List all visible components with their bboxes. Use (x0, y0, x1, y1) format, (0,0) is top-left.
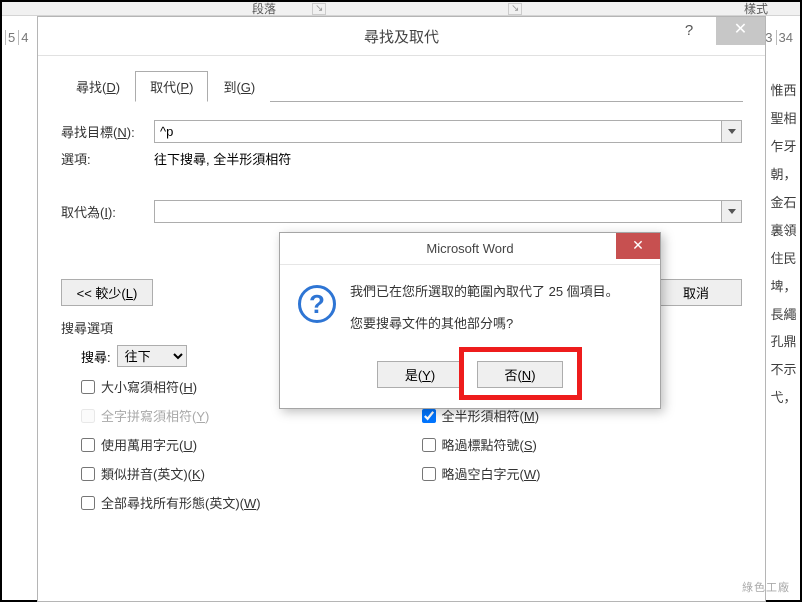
checkbox-option[interactable]: 使用萬用字元(U) (81, 435, 402, 454)
ribbon-launcher-icon-2[interactable]: ↘ (508, 3, 522, 15)
checkbox-label: 使用萬用字元(U) (101, 435, 197, 454)
dialog-titlebar: 尋找及取代 ? ✕ (38, 17, 765, 56)
document-text-fragment: 弋， (770, 384, 796, 412)
options-value: 往下搜尋, 全半形須相符 (154, 149, 291, 168)
cancel-button[interactable]: 取消 (650, 279, 742, 306)
question-icon: ? (298, 285, 336, 323)
ribbon-group-styles: 樣式 (744, 0, 768, 17)
checkbox-label: 全字拼寫須相符(Y) (101, 406, 209, 425)
checkbox-input[interactable] (81, 496, 95, 510)
document-text-fragment: 裏領 (770, 217, 796, 245)
search-direction-select[interactable]: 往下 (117, 345, 187, 367)
checkbox-label: 大小寫須相符(H) (101, 377, 197, 396)
ruler-left: 54 (5, 30, 31, 45)
checkbox-input[interactable] (81, 438, 95, 452)
document-text-column: 惟西聖相乍牙朝，金石裏領住民埤，長繩孔鼎不示弋， (770, 77, 797, 412)
document-text-fragment: 乍牙 (770, 133, 796, 161)
find-input[interactable] (154, 120, 722, 143)
document-text-fragment: 朝， (770, 161, 796, 189)
find-dropdown-button[interactable] (722, 120, 742, 143)
confirm-dialog: Microsoft Word ✕ ? 我們已在您所選取的範圍內取代了 25 個項… (279, 232, 661, 409)
ribbon-group-paragraph: 段落 (252, 0, 276, 17)
replace-label: 取代為(I): (61, 202, 154, 221)
less-button[interactable]: << 較少(L) (61, 279, 153, 306)
tab-find[interactable]: 尋找(D) (61, 71, 135, 102)
checkbox-option[interactable]: 全部尋找所有形態(英文)(W) (81, 493, 402, 512)
form-area: 尋找目標(N): 選項: 往下搜尋, 全半形須相符 取代為(I): (38, 102, 765, 223)
dialog-help-button[interactable]: ? (666, 17, 712, 45)
checkbox-input[interactable] (422, 409, 436, 423)
checkbox-option[interactable]: 略過標點符號(S) (422, 435, 743, 454)
find-label: 尋找目標(N): (61, 122, 154, 141)
dialog-close-button[interactable]: ✕ (716, 17, 765, 45)
checkbox-label: 全部尋找所有形態(英文)(W) (101, 493, 261, 512)
options-label: 選項: (61, 149, 154, 168)
checkbox-input[interactable] (81, 467, 95, 481)
confirm-close-button[interactable]: ✕ (616, 233, 660, 259)
confirm-title-text: Microsoft Word (426, 241, 513, 256)
tab-goto[interactable]: 到(G) (208, 71, 270, 102)
document-text-fragment: 金石 (770, 189, 796, 217)
ribbon-launcher-icon[interactable]: ↘ (312, 3, 326, 15)
document-text-fragment: 孔鼎 (770, 328, 796, 356)
checkbox-label: 略過標點符號(S) (442, 435, 537, 454)
search-direction-label: 搜尋: (81, 347, 111, 366)
watermark: 綠色工廠 (742, 579, 790, 595)
checkbox-label: 類似拼音(英文)(K) (101, 464, 205, 483)
dialog-tabs: 尋找(D) 取代(P) 到(G) (61, 70, 743, 102)
document-text-fragment: 不示 (770, 356, 796, 384)
dialog-title-text: 尋找及取代 (364, 26, 439, 47)
checkbox-input[interactable] (422, 467, 436, 481)
checkbox-input (81, 409, 95, 423)
document-text-fragment: 聖相 (770, 105, 796, 133)
ribbon-background (2, 2, 800, 16)
replace-dropdown-button[interactable] (722, 200, 742, 223)
replace-input[interactable] (154, 200, 722, 223)
tab-replace[interactable]: 取代(P) (135, 71, 208, 102)
document-text-fragment: 埤， (770, 273, 796, 301)
yes-button[interactable]: 是(Y) (377, 361, 463, 388)
document-text-fragment: 長繩 (770, 301, 796, 329)
checkbox-input[interactable] (422, 438, 436, 452)
document-text-fragment: 惟西 (770, 77, 796, 105)
checkbox-option[interactable]: 略過空白字元(W) (422, 464, 743, 483)
no-button[interactable]: 否(N) (477, 361, 563, 388)
checkbox-option[interactable]: 類似拼音(英文)(K) (81, 464, 402, 483)
confirm-message: 我們已在您所選取的範圍內取代了 25 個項目。 您要搜尋文件的其他部分嗎? (350, 283, 619, 347)
checkbox-label: 略過空白字元(W) (442, 464, 541, 483)
confirm-titlebar: Microsoft Word ✕ (280, 233, 660, 265)
document-text-fragment: 住民 (770, 245, 796, 273)
checkbox-input[interactable] (81, 380, 95, 394)
